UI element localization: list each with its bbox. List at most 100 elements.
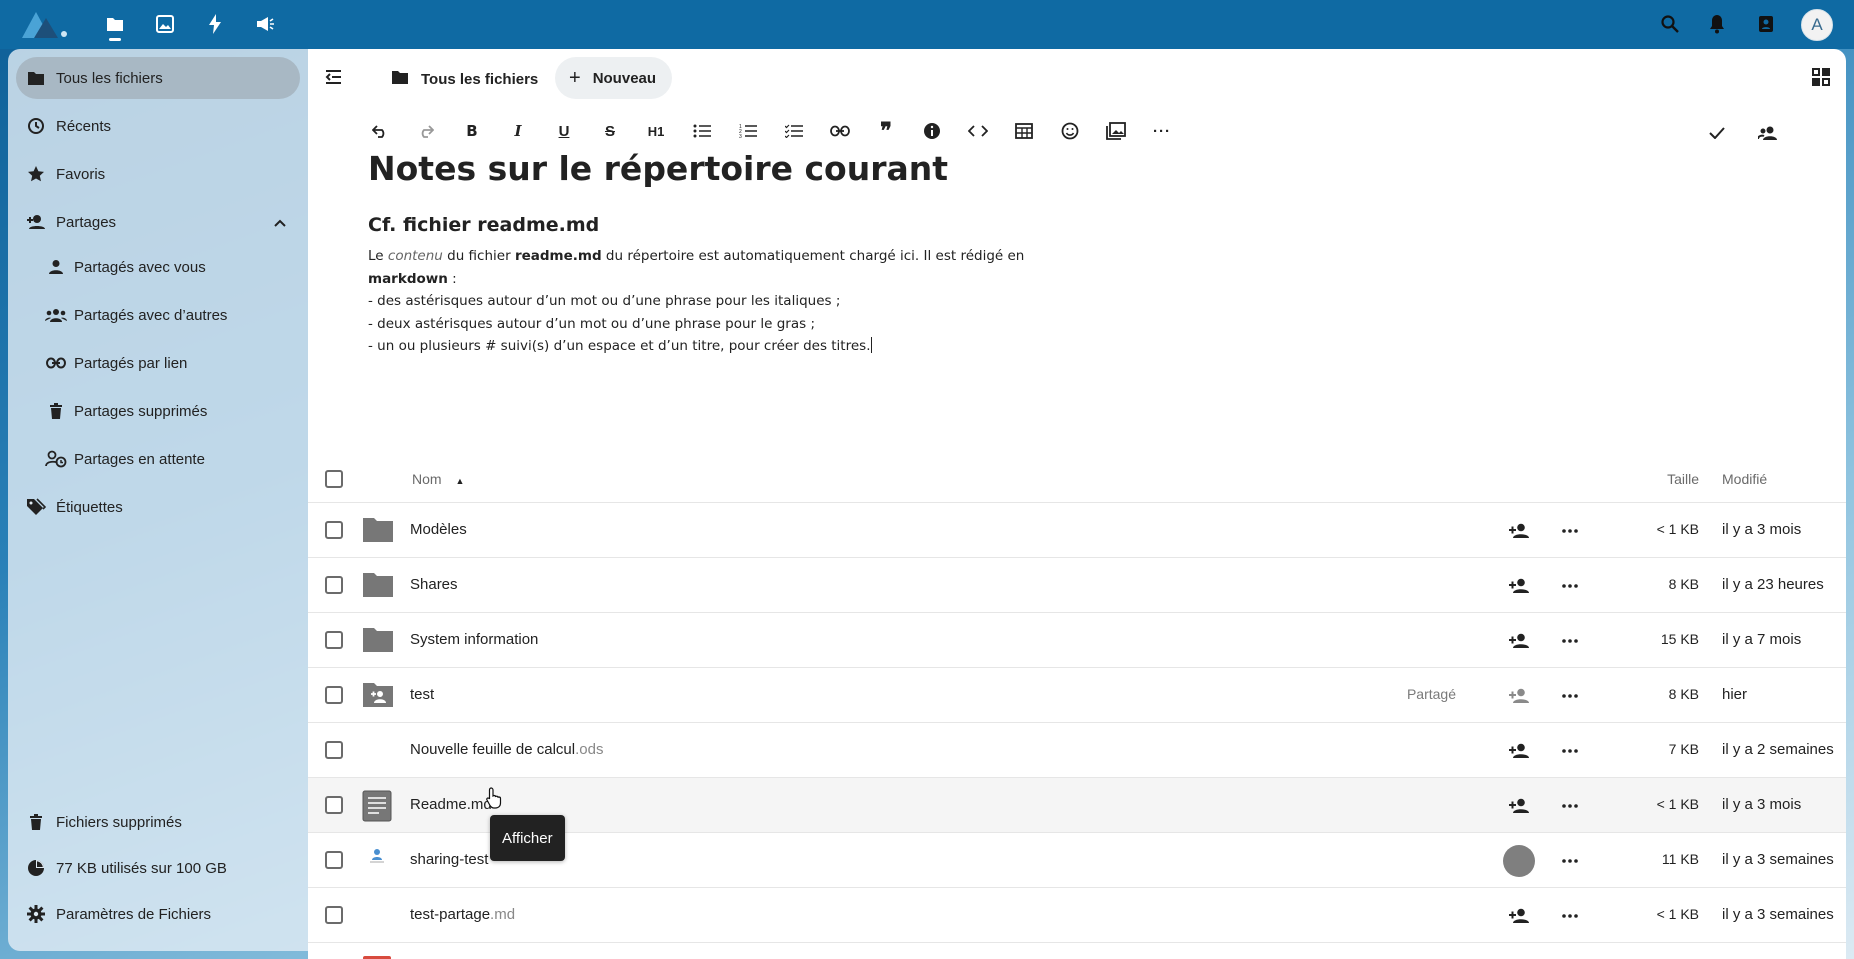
- row-checkbox[interactable]: [325, 686, 343, 704]
- file-name[interactable]: System information: [410, 631, 538, 648]
- sidebar-toggle-icon[interactable]: [324, 68, 346, 90]
- person-icon: [38, 259, 74, 275]
- quote-icon[interactable]: ❞: [874, 118, 898, 144]
- row-checkbox[interactable]: [325, 851, 343, 869]
- file-name[interactable]: Shares: [410, 576, 458, 593]
- sidebar-storage-quota[interactable]: 77 KB utilisés sur 100 GB: [16, 847, 300, 889]
- add-share-icon[interactable]: [1507, 630, 1531, 652]
- row-checkbox[interactable]: [325, 796, 343, 814]
- info-icon[interactable]: [920, 119, 944, 143]
- more-options-icon[interactable]: [1558, 740, 1582, 762]
- file-modified: il y a 23 heures: [1722, 576, 1824, 593]
- link-icon[interactable]: [828, 119, 852, 143]
- more-options-icon[interactable]: [1558, 630, 1582, 652]
- announcements-icon[interactable]: [253, 12, 277, 36]
- breadcrumb[interactable]: Tous les fichiers: [391, 59, 538, 99]
- sidebar-item-label: Partagés avec vous: [74, 258, 206, 276]
- strikethrough-icon[interactable]: S: [598, 119, 622, 143]
- column-modified[interactable]: Modifié: [1722, 471, 1767, 487]
- row-checkbox[interactable]: [325, 576, 343, 594]
- file-row[interactable]: PDFTest_supervision.pdfPartagé39 KBil y …: [308, 943, 1846, 959]
- add-share-icon[interactable]: [1507, 740, 1531, 762]
- row-checkbox[interactable]: [325, 906, 343, 924]
- add-share-icon[interactable]: [1507, 905, 1531, 927]
- file-name[interactable]: test: [410, 686, 434, 703]
- redo-icon[interactable]: [414, 119, 438, 143]
- file-size: < 1 KB: [1656, 796, 1699, 812]
- add-share-icon[interactable]: [1507, 795, 1531, 817]
- heading-icon[interactable]: H1: [644, 119, 668, 143]
- add-share-icon[interactable]: [1507, 575, 1531, 597]
- add-share-icon[interactable]: [1507, 685, 1531, 707]
- column-size[interactable]: Taille: [1667, 471, 1699, 487]
- file-row[interactable]: System information 15 KB il y a 7 mois: [308, 613, 1846, 668]
- file-row[interactable]: Nouvelle feuille de calcul.ods 7 KB il y a…: [308, 723, 1846, 778]
- file-row[interactable]: Shares 8 KB il y a 23 heures: [308, 558, 1846, 613]
- undo-icon[interactable]: [368, 119, 392, 143]
- more-options-icon[interactable]: [1558, 575, 1582, 597]
- more-options-icon[interactable]: [1558, 905, 1582, 927]
- more-options-icon[interactable]: [1558, 685, 1582, 707]
- file-name[interactable]: Nouvelle feuille de calcul.ods: [410, 741, 603, 758]
- app-logo[interactable]: [20, 8, 70, 40]
- sidebar-item-pending-shares[interactable]: Partages en attente: [16, 438, 300, 480]
- sidebar-item-recent[interactable]: Récents: [16, 105, 300, 147]
- new-button[interactable]: + Nouveau: [555, 57, 673, 99]
- row-checkbox[interactable]: [325, 521, 343, 539]
- sidebar-deleted-files[interactable]: Fichiers supprimés: [16, 801, 300, 843]
- table-icon[interactable]: [1012, 119, 1036, 143]
- sidebar-item-shares[interactable]: Partages: [16, 201, 300, 243]
- sidebar-item-tags[interactable]: Étiquettes: [16, 486, 300, 528]
- column-name[interactable]: Nom ▲: [412, 471, 464, 487]
- file-name[interactable]: Readme.md: [410, 796, 492, 813]
- collaborators-icon[interactable]: [1756, 121, 1780, 145]
- folder-icon: [391, 70, 409, 89]
- file-row[interactable]: test Partagé 8 KB hier: [308, 668, 1846, 723]
- activity-icon[interactable]: [203, 12, 227, 36]
- sidebar-files-settings[interactable]: Paramètres de Fichiers: [16, 893, 300, 935]
- user-avatar[interactable]: A: [1801, 9, 1833, 41]
- code-icon[interactable]: [966, 119, 990, 143]
- file-name[interactable]: Modèles: [410, 521, 467, 538]
- contacts-icon[interactable]: [1754, 12, 1778, 36]
- more-options-icon[interactable]: [1558, 795, 1582, 817]
- photos-icon[interactable]: [153, 12, 177, 36]
- add-share-icon[interactable]: [1507, 520, 1531, 542]
- bold-icon[interactable]: B: [460, 119, 484, 143]
- more-options-icon[interactable]: [1558, 520, 1582, 542]
- bell-icon[interactable]: [1705, 12, 1729, 36]
- row-checkbox[interactable]: [325, 741, 343, 759]
- sidebar-item-deleted-shares[interactable]: Partages supprimés: [16, 390, 300, 432]
- more-options-icon[interactable]: [1558, 850, 1582, 872]
- emoji-icon[interactable]: [1058, 119, 1082, 143]
- doc-paragraph: Le contenu du fichier readme.md du réper…: [368, 248, 1025, 354]
- underline-icon[interactable]: U: [552, 119, 576, 143]
- select-all-checkbox[interactable]: [325, 470, 343, 488]
- file-name[interactable]: sharing-test: [410, 851, 488, 868]
- folder-file-icon: [362, 570, 394, 602]
- grid-view-icon[interactable]: [1811, 67, 1833, 89]
- row-checkbox[interactable]: [325, 631, 343, 649]
- image-icon[interactable]: [1104, 119, 1128, 143]
- file-row[interactable]: test-partage.md < 1 KB il y a 3 semaines: [308, 888, 1846, 943]
- more-actions-icon[interactable]: ···: [1150, 119, 1174, 143]
- sidebar-item-favorites[interactable]: Favoris: [16, 153, 300, 195]
- readme-document[interactable]: Notes sur le répertoire courant Cf. fich…: [368, 149, 1268, 358]
- sidebar-item-all-files[interactable]: Tous les fichiers: [16, 57, 300, 99]
- numbered-list-icon[interactable]: 123: [736, 119, 760, 143]
- bullet-list-icon[interactable]: [690, 119, 714, 143]
- text-file-icon: [362, 790, 394, 822]
- checklist-icon[interactable]: [782, 119, 806, 143]
- checkmark-icon[interactable]: [1705, 121, 1729, 145]
- chevron-up-icon[interactable]: [274, 214, 286, 231]
- top-header: A: [0, 0, 1854, 49]
- search-icon[interactable]: [1658, 12, 1682, 36]
- file-row[interactable]: Modèles < 1 KB il y a 3 mois: [308, 503, 1846, 558]
- file-name[interactable]: test-partage.md: [410, 906, 515, 923]
- sidebar-item-shared-with-others[interactable]: Partagés avec d’autres: [16, 294, 300, 336]
- sidebar-item-shared-with-you[interactable]: Partagés avec vous: [16, 246, 300, 288]
- italic-icon[interactable]: I: [506, 119, 530, 143]
- sidebar-item-shared-by-link[interactable]: Partagés par lien: [16, 342, 300, 384]
- share-avatar[interactable]: [1503, 845, 1535, 877]
- files-icon[interactable]: [103, 12, 127, 41]
